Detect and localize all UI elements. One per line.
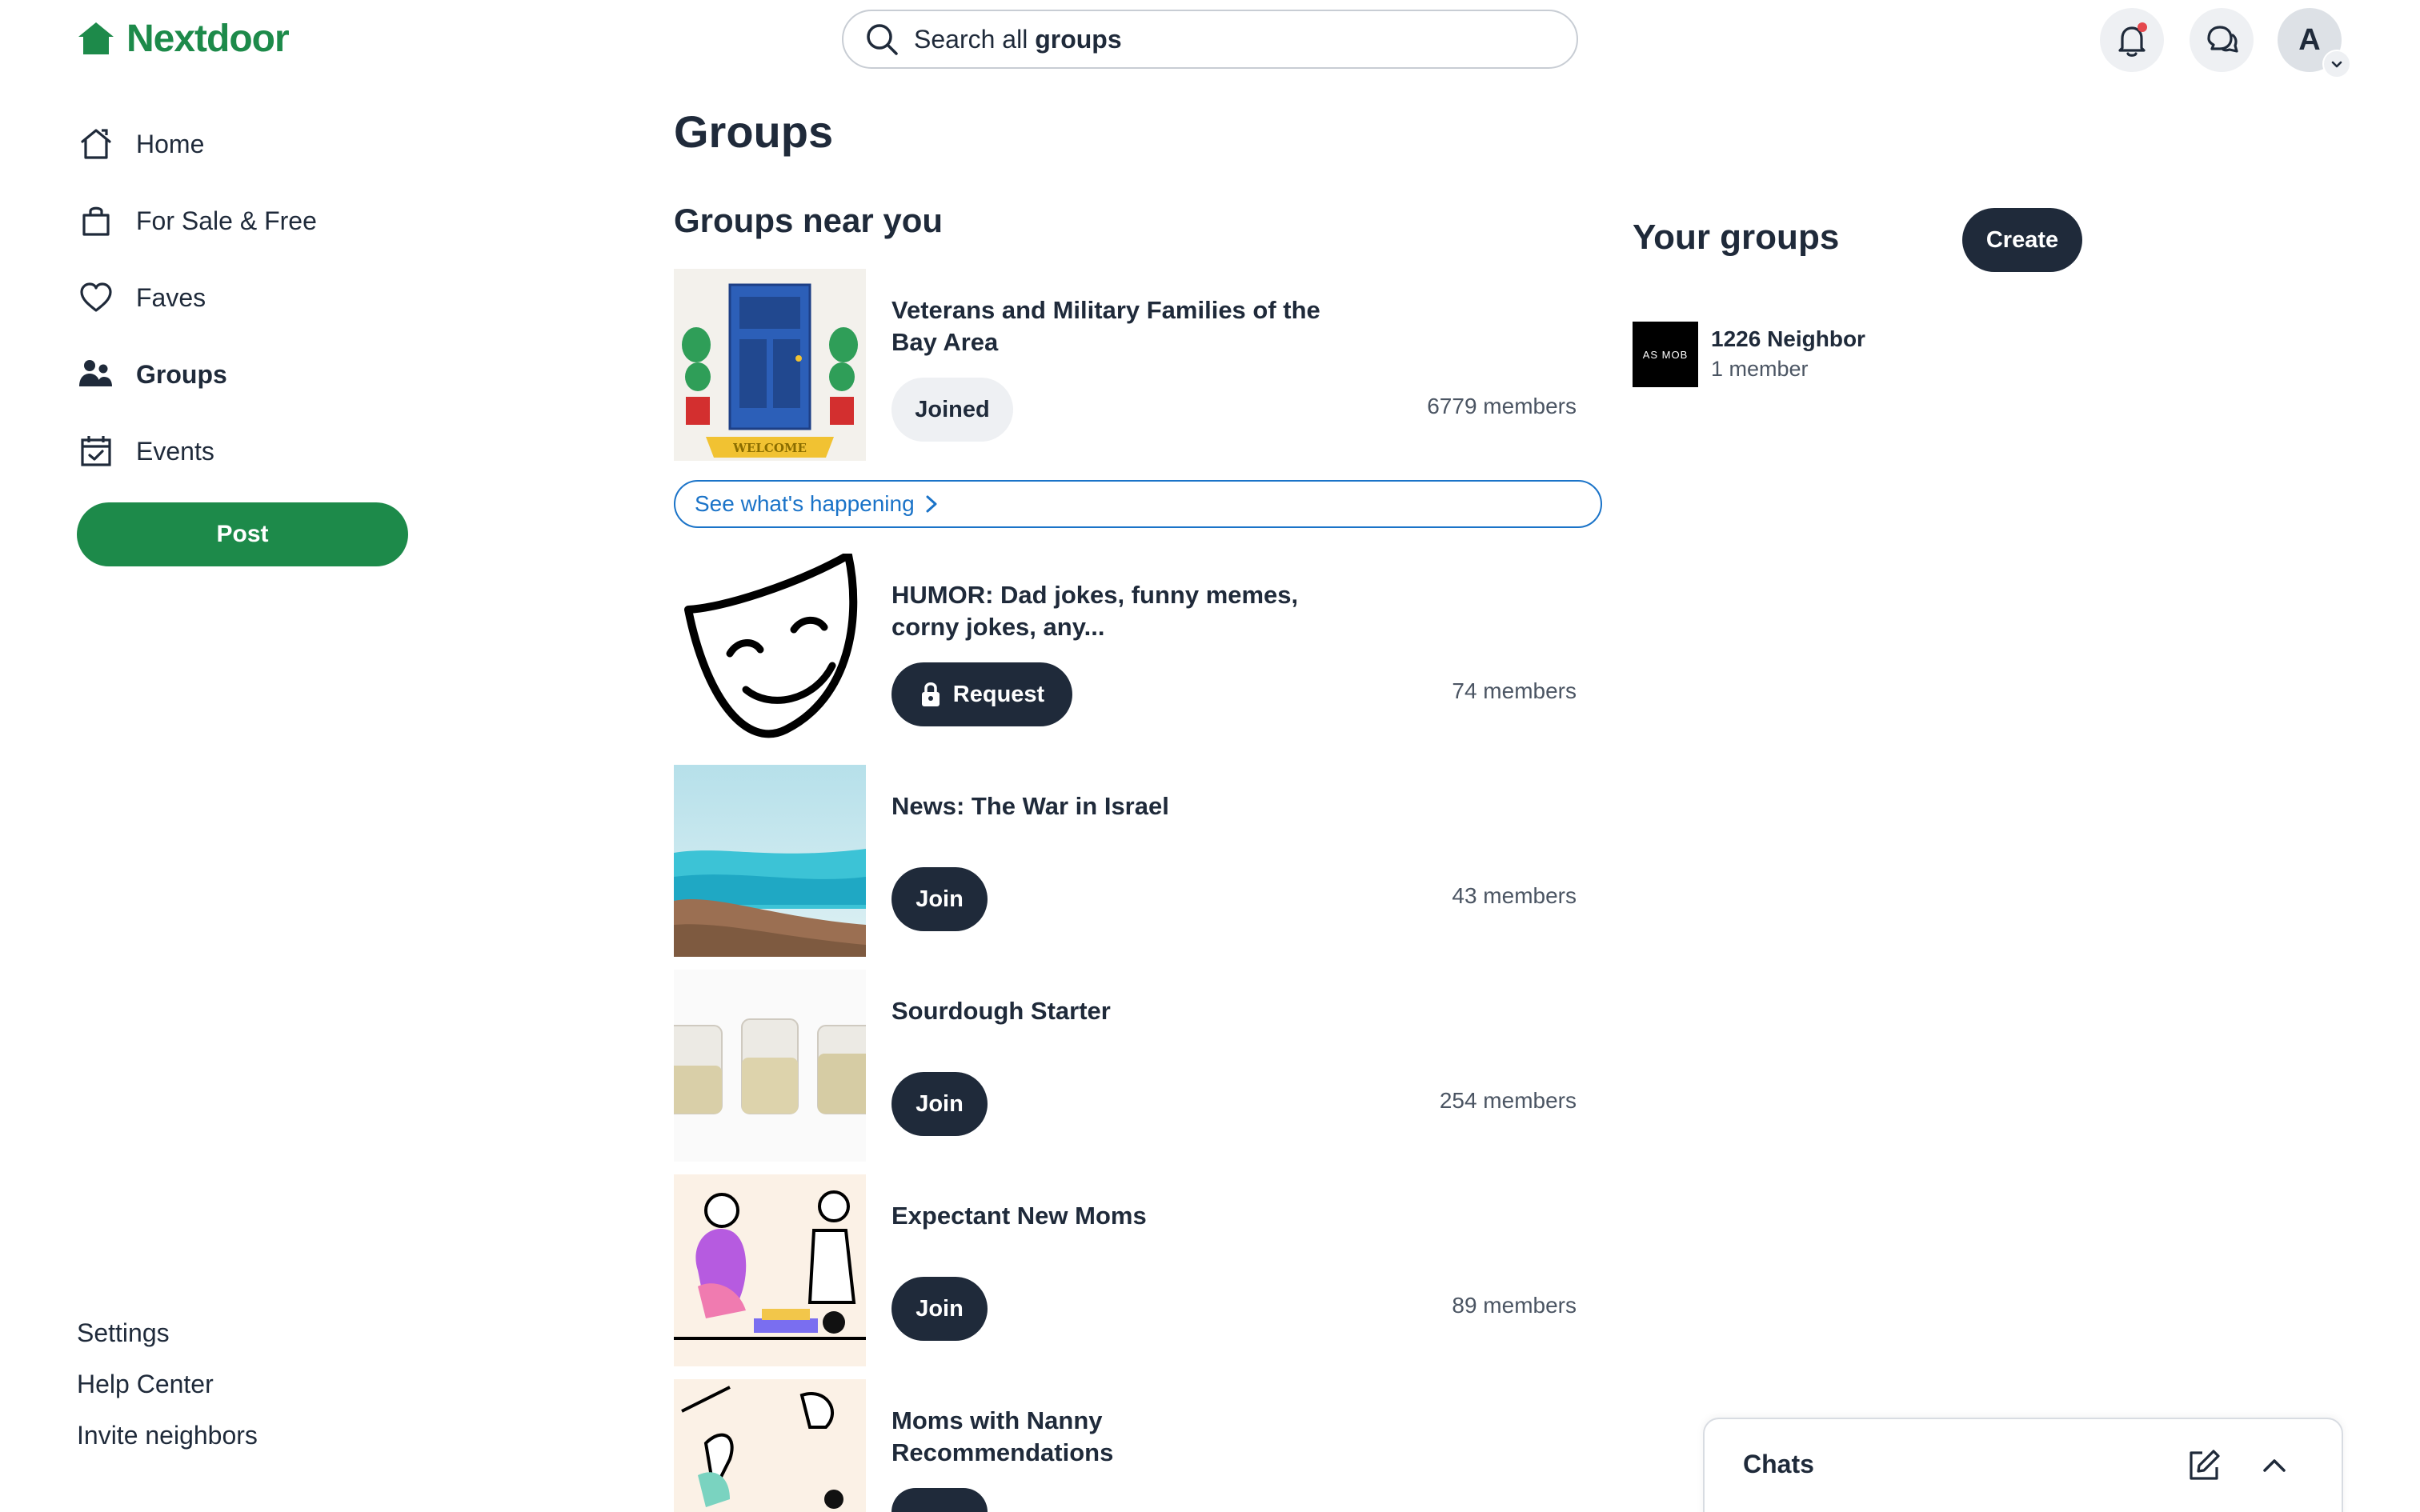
nextdoor-logo[interactable]: Nextdoor [77,14,290,62]
group-thumbnail-humor[interactable] [674,554,866,746]
group-name[interactable]: News: The War in Israel [891,790,1324,822]
compose-button[interactable] [2182,1443,2226,1488]
nav-label-for-sale: For Sale & Free [136,206,317,235]
compose-icon [2190,1450,2220,1480]
avatar[interactable]: A [2278,8,2351,78]
group-name[interactable]: Sourdough Starter [891,995,1324,1027]
group-thumbnail-veterans[interactable]: WELCOME [674,269,866,461]
nav-item-home[interactable]: Home [77,120,204,168]
nav-label-home: Home [136,129,205,158]
nav-label-groups: Groups [136,359,227,389]
svg-text:WELCOME: WELCOME [732,441,807,455]
illustration-nanny-image [674,1379,866,1512]
chevron-right-icon [926,495,937,513]
people-icon [77,355,115,394]
chevron-down-icon [2322,50,2351,78]
invite-neighbors-link[interactable]: Invite neighbors [77,1421,258,1450]
member-count: 89 members [1452,1293,1577,1318]
see-whats-happening-link[interactable]: See what's happening [674,480,1602,528]
joined-button[interactable]: Joined [891,378,1013,442]
chats-panel[interactable]: Chats [1703,1418,2343,1512]
avatar-letter: A [2298,22,2321,57]
page-title: Groups [674,106,834,157]
join-button[interactable]: Join [891,1072,988,1136]
join-button[interactable] [891,1488,988,1512]
group-logo-text: AS MOB [1642,348,1689,361]
sourdough-jars-image [674,970,866,1162]
your-groups-title: Your groups [1633,218,1840,257]
post-button[interactable]: Post [77,502,408,566]
heart-icon [77,278,115,317]
your-group-name[interactable]: 1226 Neighbor [1711,326,1865,352]
chat-bubbles-icon [2207,26,2238,53]
member-count: 74 members [1452,678,1577,703]
chats-title: Chats [1743,1450,1814,1478]
join-button[interactable]: Join [891,1277,988,1341]
create-group-button[interactable]: Create [1962,208,2082,272]
nav-label-events: Events [136,436,214,466]
search-input[interactable]: Search all groups [842,10,1578,69]
welcome-door-image: WELCOME [674,269,866,461]
nav-item-groups[interactable]: Groups [77,350,227,398]
notifications-button[interactable] [2100,8,2164,72]
group-name[interactable]: Expectant New Moms [891,1200,1324,1232]
search-placeholder: Search all groups [914,24,1122,54]
group-thumbnail-nanny[interactable] [674,1379,866,1512]
group-name[interactable]: HUMOR: Dad jokes, funny memes, corny jok… [891,579,1340,643]
chevron-up-icon [2263,1459,2286,1472]
group-logo[interactable]: AS MOB [1633,322,1698,387]
group-thumbnail-news[interactable] [674,765,866,957]
house-logo-icon [78,22,114,54]
join-button[interactable]: Join [891,867,988,931]
brand-name: Nextdoor [126,17,290,60]
shopping-bag-icon [77,202,115,240]
nav-item-events[interactable]: Events [77,427,214,475]
member-count: 254 members [1439,1088,1577,1113]
help-center-link[interactable]: Help Center [77,1370,214,1399]
nav-label-faves: Faves [136,282,206,312]
section-title: Groups near you [674,202,944,239]
group-thumbnail-expectant-moms[interactable] [674,1174,866,1366]
illustration-moms-image [674,1174,866,1366]
group-name[interactable]: Veterans and Military Families of the Ba… [891,294,1324,358]
search-icon [867,24,898,55]
calendar-icon [77,432,115,470]
group-name[interactable]: Moms with Nanny Recommendations [891,1405,1324,1469]
nav-item-faves[interactable]: Faves [77,274,206,322]
sea-landscape-image [674,765,866,957]
member-count: 6779 members [1427,394,1577,418]
your-group-member-count: 1 member [1711,357,1809,381]
request-label: Request [952,681,1045,707]
collapse-chats-button[interactable] [2252,1443,2297,1488]
request-button[interactable]: Request [891,662,1072,726]
nav-item-for-sale[interactable]: For Sale & Free [77,197,317,245]
home-icon [77,125,115,163]
settings-link[interactable]: Settings [77,1318,170,1348]
comedy-mask-image [684,554,858,738]
messages-button[interactable] [2190,8,2254,72]
member-count: 43 members [1452,883,1577,908]
lock-icon [921,682,940,706]
bell-icon [2118,22,2147,57]
see-happening-label: See what's happening [695,491,915,516]
group-thumbnail-sourdough[interactable] [674,970,866,1162]
